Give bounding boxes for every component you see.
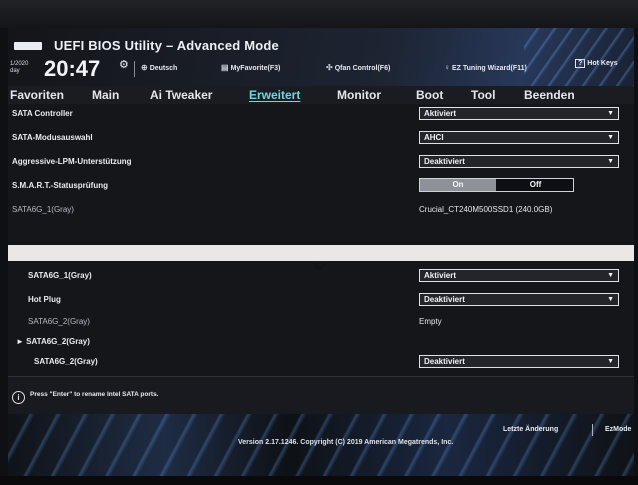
dropdown-arrow-icon: ▼ <box>607 134 614 141</box>
setting-row-aggressive-lpm[interactable]: Aggressive-LPM-Unterstützung Deaktiviert… <box>8 152 634 174</box>
setting-label: S.M.A.R.T.-Statusprüfung <box>12 181 108 190</box>
qfan-control-label: Qfan Control(F6) <box>334 65 391 72</box>
setting-label: SATA6G_2(Gray) <box>34 357 98 366</box>
setting-label: SATA-Modusauswahl <box>12 133 93 142</box>
aggressive-lpm-select[interactable]: Deaktiviert ▼ <box>419 155 619 168</box>
smart-status-toggle[interactable]: On Off <box>419 178 574 192</box>
bulb-icon: ♀ <box>444 63 450 72</box>
tab-boot[interactable]: Boot <box>416 88 443 102</box>
help-text: Press "Enter" to rename Intel SATA ports… <box>30 391 159 398</box>
toggle-on-option[interactable]: On <box>420 179 496 191</box>
setting-row-sata6g1-enable[interactable]: SATA6G_1(Gray) Aktiviert ▼ <box>8 266 634 288</box>
sata-controller-select[interactable]: Aktiviert ▼ <box>419 107 619 120</box>
select-value: Aktiviert <box>424 271 457 280</box>
ez-tuning-wizard-button[interactable]: ♀ EZ Tuning Wizard(F11) <box>444 63 527 72</box>
setting-row-sata-mode[interactable]: SATA-Modusauswahl AHCI ▼ <box>8 128 634 150</box>
dropdown-arrow-icon: ▼ <box>607 158 614 165</box>
sata6g1-enable-select[interactable]: Aktiviert ▼ <box>419 269 619 282</box>
sata-mode-select[interactable]: AHCI ▼ <box>419 131 619 144</box>
help-bar: i Press "Enter" to rename Intel SATA por… <box>8 376 634 415</box>
hot-keys-label: Hot Keys <box>587 60 618 67</box>
language-button[interactable]: ⊕ Deutsch <box>141 63 177 72</box>
main-menu-bar: Favoriten Main Ai Tweaker Erweitert Moni… <box>8 86 634 104</box>
dropdown-arrow-icon: ▼ <box>607 358 614 365</box>
setting-label: Aggressive-LPM-Unterstützung <box>12 157 132 166</box>
select-value: Aktiviert <box>424 109 457 118</box>
globe-icon: ⊕ <box>141 63 148 72</box>
drive-info-value: Empty <box>419 317 442 326</box>
select-value: AHCI <box>424 133 444 142</box>
myfavorite-label: MyFavorite(F3) <box>230 65 281 72</box>
tab-ai-tweaker[interactable]: Ai Tweaker <box>150 88 212 102</box>
favorites-icon: ▤ <box>221 63 229 72</box>
sata6g2-enable-select[interactable]: Deaktiviert ▼ <box>419 355 619 368</box>
setting-row-sata6g1-info: SATA6G_1(Gray) Crucial_CT240M500SSD1 (24… <box>8 200 634 222</box>
bios-screen: UEFI BIOS Utility – Advanced Mode 1/2020… <box>8 28 634 476</box>
dropdown-arrow-icon: ▼ <box>607 110 614 117</box>
bios-header: UEFI BIOS Utility – Advanced Mode 1/2020… <box>8 28 634 86</box>
toggle-off-option[interactable]: Off <box>498 179 573 191</box>
dropdown-arrow-icon: ▼ <box>607 272 614 279</box>
setting-label: SATA6G_1(Gray) <box>28 271 92 280</box>
qfan-control-button[interactable]: ✣ Qfan Control(F6) <box>326 63 390 72</box>
drive-info-value: Crucial_CT240M500SSD1 (240.0GB) <box>419 205 553 214</box>
bios-footer: Letzte Änderung EzMode Version 2.17.1246… <box>8 414 634 476</box>
info-icon: i <box>12 391 25 404</box>
dropdown-arrow-icon: ▼ <box>607 296 614 303</box>
language-label: Deutsch <box>149 65 178 72</box>
asus-logo <box>14 42 42 50</box>
last-change-button[interactable]: Letzte Änderung <box>503 426 558 433</box>
monitor-frame: UEFI BIOS Utility – Advanced Mode 1/2020… <box>0 0 638 485</box>
setting-row-sata6g2-info: SATA6G_2(Gray) Empty <box>8 312 634 334</box>
hot-keys-button[interactable]: ? Hot Keys <box>575 59 618 68</box>
gear-icon[interactable]: ⚙ <box>119 58 129 71</box>
header-separator <box>134 61 135 77</box>
myfavorite-button[interactable]: ▤ MyFavorite(F3) <box>221 63 280 72</box>
tab-main[interactable]: Main <box>92 88 119 102</box>
fan-icon: ✣ <box>326 63 333 72</box>
tab-erweitert[interactable]: Erweitert <box>249 88 300 102</box>
tab-favoriten[interactable]: Favoriten <box>10 88 64 102</box>
time-display: 20:47 <box>44 56 101 81</box>
submenu-label[interactable]: ► SATA6G_2(Gray) <box>16 337 90 346</box>
hot-plug-1-select[interactable]: Deaktiviert ▼ <box>419 293 619 306</box>
ez-tuning-wizard-label: EZ Tuning Wizard(F11) <box>452 65 527 72</box>
bios-title: UEFI BIOS Utility – Advanced Mode <box>54 38 279 53</box>
select-value: Deaktiviert <box>424 357 465 366</box>
hot-keys-icon: ? <box>575 59 586 68</box>
ez-mode-button[interactable]: EzMode <box>605 426 631 433</box>
version-text: Version 2.17.1246. Copyright (C) 2019 Am… <box>238 439 454 446</box>
select-value: Deaktiviert <box>424 295 465 304</box>
setting-row-smart-status[interactable]: S.M.A.R.T.-Statusprüfung On Off <box>8 176 634 198</box>
select-value: Deaktiviert <box>424 157 465 166</box>
monitor-bezel-top <box>0 0 638 28</box>
setting-row-sata-controller[interactable]: SATA Controller Aktiviert ▼ <box>8 104 634 126</box>
setting-label: SATA6G_1(Gray) <box>12 205 74 214</box>
tab-monitor[interactable]: Monitor <box>337 88 381 102</box>
date-display: 1/2020 day <box>10 61 29 74</box>
monitor-bezel-bottom <box>0 476 638 485</box>
setting-row-hot-plug-1[interactable]: Hot Plug Deaktiviert ▼ <box>8 290 634 312</box>
setting-label: SATA6G_2(Gray) <box>28 317 90 326</box>
footer-separator <box>592 424 593 436</box>
setting-row-sata6g2-submenu[interactable]: ► SATA6G_2(Gray) <box>8 332 634 354</box>
setting-label: SATA Controller <box>12 109 73 118</box>
tab-beenden[interactable]: Beenden <box>524 88 575 102</box>
tab-tool[interactable]: Tool <box>471 88 495 102</box>
settings-panel: SATA Controller Aktiviert ▼ SATA-Modusau… <box>8 104 634 376</box>
setting-label: Hot Plug <box>28 295 61 304</box>
